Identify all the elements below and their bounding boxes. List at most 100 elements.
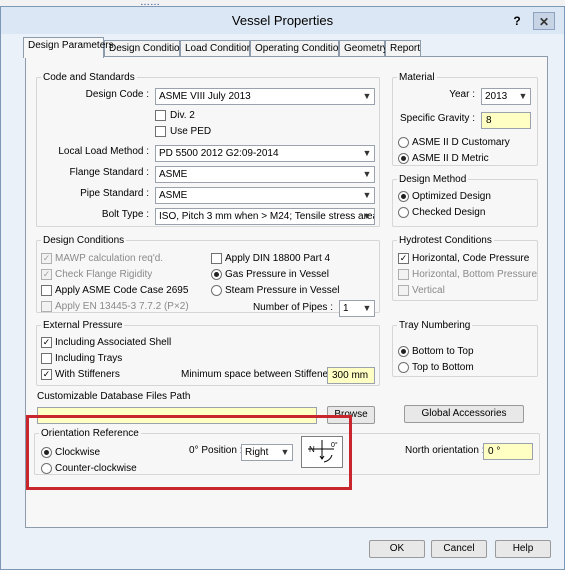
pipe-standard-select[interactable]: ASME ▼ xyxy=(155,187,375,204)
top-to-bottom-radio[interactable] xyxy=(398,362,409,373)
din18800-checkbox[interactable] xyxy=(211,253,222,264)
design-code-value: ASME VIII July 2013 xyxy=(159,91,251,102)
local-load-select[interactable]: PD 5500 2012 G2:09-2014 ▼ xyxy=(155,145,375,162)
flange-standard-value: ASME xyxy=(159,169,188,180)
year-value: 2013 xyxy=(485,91,508,102)
number-of-pipes-value: 1 xyxy=(343,303,349,314)
cancel-button[interactable]: Cancel xyxy=(431,540,487,558)
north-orientation-label: North orientation : xyxy=(405,445,485,456)
window-title: Vessel Properties xyxy=(231,13,334,28)
external-pressure-title: External Pressure xyxy=(41,320,125,331)
chevron-down-icon: ▼ xyxy=(362,169,372,179)
horizontal-code-checkbox[interactable]: ✓ xyxy=(398,253,409,264)
div2-checkbox[interactable] xyxy=(155,110,166,121)
gas-pressure-label: Gas Pressure in Vessel xyxy=(225,269,329,280)
associated-shell-label: Including Associated Shell xyxy=(55,337,172,348)
horizontal-code-label: Horizontal, Code Pressure xyxy=(412,253,530,264)
check-flange-checkbox[interactable]: ✓ xyxy=(41,269,52,280)
tab-geometry[interactable]: Geometry xyxy=(339,40,388,57)
including-trays-label: Including Trays xyxy=(55,353,123,364)
tray-numbering-group: Tray Numbering Bottom to Top Top to Bott… xyxy=(392,320,538,377)
with-stiffeners-label: With Stiffeners xyxy=(55,369,120,380)
material-group: Material Year : 2013 ▼ Specific Gravity … xyxy=(392,72,538,166)
design-code-label: Design Code : xyxy=(85,89,149,100)
min-space-input[interactable]: 300 mm xyxy=(327,367,375,384)
use-ped-label: Use PED xyxy=(170,126,212,137)
tab-report[interactable]: Report xyxy=(385,40,421,57)
checked-design-radio[interactable] xyxy=(398,207,409,218)
tab-operating-conditions[interactable]: Operating Conditions xyxy=(250,40,349,57)
close-icon: ✕ xyxy=(538,15,550,29)
bolt-type-value: ISO, Pitch 3 mm when > M24; Tensile stre… xyxy=(159,211,375,222)
associated-shell-checkbox[interactable]: ✓ xyxy=(41,337,52,348)
check-flange-label: Check Flange Rigidity xyxy=(55,269,153,280)
chevron-down-icon: ▼ xyxy=(362,91,372,101)
case-2695-checkbox[interactable] xyxy=(41,285,52,296)
global-accessories-button[interactable]: Global Accessories xyxy=(404,405,524,423)
year-select[interactable]: 2013 ▼ xyxy=(481,88,531,105)
steam-pressure-radio[interactable] xyxy=(211,285,222,296)
title-bar: Vessel Properties ? ✕ xyxy=(1,7,564,34)
flange-standard-select[interactable]: ASME ▼ xyxy=(155,166,375,183)
horizontal-bottom-checkbox[interactable] xyxy=(398,269,409,280)
bottom-to-top-radio[interactable] xyxy=(398,346,409,357)
code-standards-group: Code and Standards Design Code : ASME VI… xyxy=(36,72,380,227)
div2-label: Div. 2 xyxy=(170,110,195,121)
external-pressure-group: External Pressure ✓ Including Associated… xyxy=(36,320,380,386)
checked-design-label: Checked Design xyxy=(412,207,486,218)
top-to-bottom-label: Top to Bottom xyxy=(412,362,474,373)
gas-pressure-radio[interactable] xyxy=(211,269,222,280)
hydrotest-title: Hydrotest Conditions xyxy=(397,235,494,246)
bottom-to-top-label: Bottom to Top xyxy=(412,346,474,357)
bolt-type-select[interactable]: ISO, Pitch 3 mm when > M24; Tensile stre… xyxy=(155,208,375,225)
number-of-pipes-label: Number of Pipes : xyxy=(252,302,333,313)
flange-standard-label: Flange Standard : xyxy=(69,167,150,178)
mawp-label: MAWP calculation req'd. xyxy=(55,253,164,264)
code-standards-title: Code and Standards xyxy=(41,72,137,83)
tab-strip: Design Parameters Design Conditions Load… xyxy=(1,37,564,58)
ok-button[interactable]: OK xyxy=(369,540,425,558)
with-stiffeners-checkbox[interactable]: ✓ xyxy=(41,369,52,380)
bolt-type-label: Bolt Type : xyxy=(101,209,149,220)
specific-gravity-label: Specific Gravity : xyxy=(399,113,475,124)
local-load-value: PD 5500 2012 G2:09-2014 xyxy=(159,148,279,159)
steam-pressure-label: Steam Pressure in Vessel xyxy=(225,285,340,296)
chevron-down-icon: ▼ xyxy=(362,211,372,221)
pipe-standard-value: ASME xyxy=(159,190,188,201)
min-space-label: Minimum space between Stiffeners : xyxy=(181,369,343,380)
including-trays-checkbox[interactable] xyxy=(41,353,52,364)
north-orientation-input[interactable]: 0 ° xyxy=(483,443,533,460)
chevron-down-icon: ▼ xyxy=(362,148,372,158)
design-conditions-title: Design Conditions xyxy=(41,235,127,246)
horizontal-bottom-label: Horizontal, Bottom Pressure xyxy=(412,269,538,280)
tab-design-parameters[interactable]: Design Parameters xyxy=(23,37,114,58)
tab-load-conditions[interactable]: Load Conditions xyxy=(180,40,257,57)
chevron-down-icon: ▼ xyxy=(362,303,372,313)
tab-design-conditions[interactable]: Design Conditions xyxy=(104,40,190,57)
help-button[interactable]: Help xyxy=(495,540,551,558)
mawp-checkbox[interactable]: ✓ xyxy=(41,253,52,264)
material-title: Material xyxy=(397,72,437,83)
design-conditions-group: Design Conditions ✓ MAWP calculation req… xyxy=(36,235,380,317)
year-label: Year : xyxy=(449,89,475,100)
en13445-checkbox[interactable] xyxy=(41,301,52,312)
asme-customary-radio[interactable] xyxy=(398,137,409,148)
design-code-select[interactable]: ASME VIII July 2013 ▼ xyxy=(155,88,375,105)
close-button[interactable]: ✕ xyxy=(533,12,555,30)
number-of-pipes-select[interactable]: 1 ▼ xyxy=(339,300,375,317)
asme-metric-radio[interactable] xyxy=(398,153,409,164)
optimized-design-label: Optimized Design xyxy=(412,191,491,202)
help-icon[interactable]: ? xyxy=(506,12,528,30)
vessel-properties-dialog: Vessel Properties ? ✕ Design Parameters … xyxy=(0,6,565,570)
chevron-down-icon: ▼ xyxy=(518,91,528,101)
hydrotest-group: Hydrotest Conditions ✓ Horizontal, Code … xyxy=(392,235,538,301)
asme-metric-label: ASME II D Metric xyxy=(412,153,489,164)
highlight-box xyxy=(26,415,352,490)
vertical-label: Vertical xyxy=(412,285,445,296)
optimized-design-radio[interactable] xyxy=(398,191,409,202)
specific-gravity-input[interactable]: 8 xyxy=(481,112,531,129)
chevron-down-icon: ▼ xyxy=(362,190,372,200)
vertical-checkbox[interactable] xyxy=(398,285,409,296)
use-ped-checkbox[interactable] xyxy=(155,126,166,137)
din18800-label: Apply DIN 18800 Part 4 xyxy=(225,253,331,264)
